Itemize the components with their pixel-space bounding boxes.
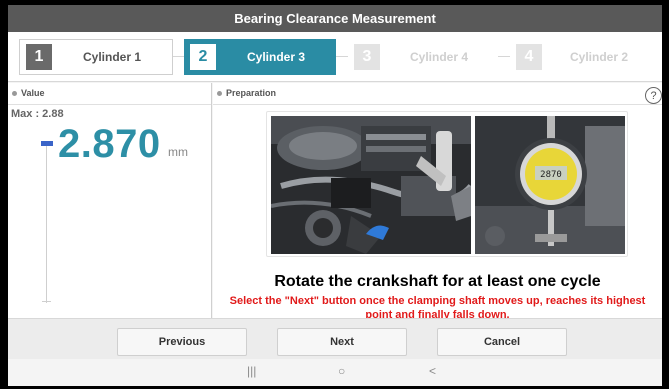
gauge-scale xyxy=(46,143,47,303)
step-cylinder-1[interactable]: 1 Cylinder 1 xyxy=(19,39,173,75)
step-cylinder-3[interactable]: 2 Cylinder 3 xyxy=(184,39,336,75)
step-connector xyxy=(173,56,184,57)
engine-bay-photo xyxy=(271,116,471,254)
step-label: Cylinder 1 xyxy=(82,50,142,64)
section-divider xyxy=(8,104,211,105)
warning-text: Select the "Next" button once the clampi… xyxy=(229,295,646,318)
preparation-section-title: Preparation xyxy=(226,88,277,98)
gauge-marker xyxy=(41,141,53,146)
instruction-photos: 2870 xyxy=(266,111,628,257)
step-label: Cylinder 2 xyxy=(569,50,629,64)
help-icon[interactable]: ? xyxy=(645,87,662,104)
step-number: 1 xyxy=(26,44,52,70)
section-divider xyxy=(213,104,662,105)
value-section-header: Value xyxy=(12,88,45,98)
previous-button[interactable]: Previous xyxy=(117,328,247,356)
step-connector xyxy=(498,56,510,57)
step-number: 4 xyxy=(516,44,542,70)
next-button[interactable]: Next xyxy=(277,328,407,356)
step-indicator: 1 Cylinder 1 2 Cylinder 3 3 Cylinder 4 4… xyxy=(8,32,662,82)
dial-gauge-photo: 2870 xyxy=(475,116,625,254)
system-nav-bar: ||| ○ < xyxy=(8,359,662,386)
value-panel: Value Max : 2.88 2.870 mm xyxy=(8,83,212,318)
step-connector xyxy=(336,56,348,57)
max-label: Max : 2.88 xyxy=(11,108,64,120)
step-number: 2 xyxy=(190,44,216,70)
preparation-section-header: Preparation xyxy=(217,88,276,98)
cancel-button[interactable]: Cancel xyxy=(437,328,567,356)
title-bar: Bearing Clearance Measurement xyxy=(8,5,662,32)
step-cylinder-4: 3 Cylinder 4 xyxy=(348,39,498,75)
window-title: Bearing Clearance Measurement xyxy=(234,11,436,26)
bullet-icon xyxy=(12,90,17,96)
measured-value: 2.870 xyxy=(58,122,161,166)
step-label: Cylinder 3 xyxy=(246,50,306,64)
step-label: Cylinder 4 xyxy=(409,50,469,64)
value-section-title: Value xyxy=(21,88,45,98)
gauge-tick xyxy=(42,301,51,302)
preparation-panel: Preparation ? 2870 Rotate the crankshaft… xyxy=(213,83,662,318)
action-bar: Previous Next Cancel xyxy=(8,318,662,359)
step-number: 3 xyxy=(354,44,380,70)
back-icon[interactable]: < xyxy=(429,364,436,378)
instruction-text: Rotate the crankshaft for at least one c… xyxy=(274,273,601,290)
help-glyph: ? xyxy=(650,89,657,102)
recents-icon[interactable]: ||| xyxy=(247,364,256,378)
measured-unit: mm xyxy=(168,145,188,159)
step-cylinder-2: 4 Cylinder 2 xyxy=(510,39,656,75)
home-icon[interactable]: ○ xyxy=(338,364,345,378)
svg-text:2870: 2870 xyxy=(540,170,562,180)
app-window: Bearing Clearance Measurement 1 Cylinder… xyxy=(8,5,662,386)
bullet-icon xyxy=(217,90,222,96)
